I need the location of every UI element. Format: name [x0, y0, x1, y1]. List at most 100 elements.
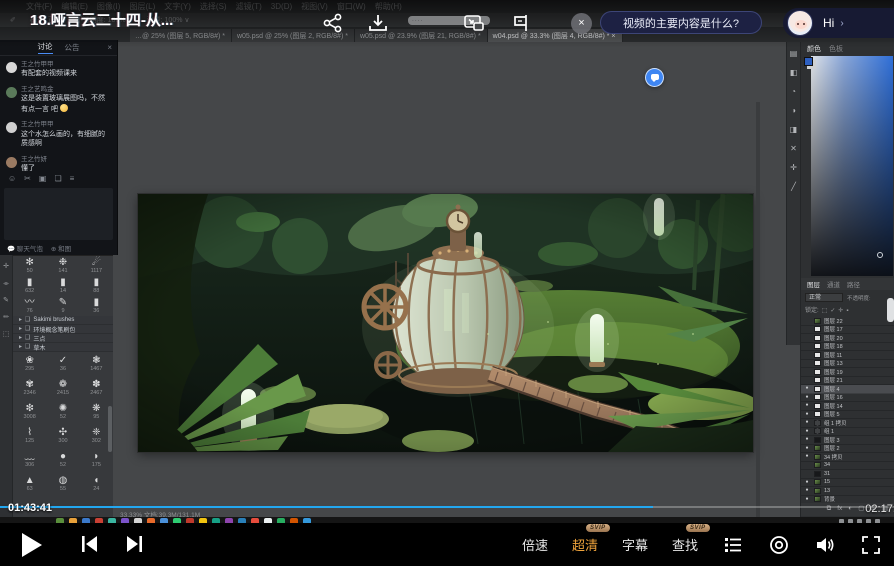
eye-icon[interactable]: ●	[803, 446, 811, 451]
brush-preset[interactable]: ✻50	[13, 256, 46, 276]
eye-icon[interactable]: ●	[803, 386, 811, 391]
brush-preset[interactable]: ✓36	[46, 352, 79, 376]
brush-preset[interactable]: ﹏306	[13, 448, 46, 472]
subtitle-button[interactable]: 字幕	[622, 535, 648, 554]
ps-menu-item[interactable]: 选择(S)	[200, 1, 227, 12]
layer-row[interactable]: 图层 17	[801, 326, 894, 335]
brush-preset[interactable]: ✎9	[46, 296, 79, 316]
prev-button[interactable]	[80, 534, 100, 554]
eye-icon[interactable]: ●	[803, 454, 811, 459]
record-icon[interactable]	[768, 534, 790, 556]
color-picker-marker[interactable]	[877, 252, 883, 258]
ps-menu-item[interactable]: 视图(V)	[301, 1, 328, 12]
layer-row[interactable]: ●15	[801, 479, 894, 488]
tool-icon[interactable]: ⌯	[3, 280, 9, 287]
tool-icon[interactable]: ✎	[3, 297, 9, 304]
eye-icon[interactable]: ●	[803, 480, 811, 485]
brush-preset[interactable]: 〰76	[13, 296, 46, 316]
panel-dock-icon[interactable]: ▤	[790, 50, 798, 58]
progress-bar[interactable]	[0, 506, 894, 508]
layer-row[interactable]: ●图层 16	[801, 394, 894, 403]
ps-document-tab[interactable]: w04.psd @ 33.3% (图层 4, RGB/8#) * ×	[488, 29, 623, 42]
tool-icon[interactable]: ⬚	[3, 331, 10, 338]
brush-preset[interactable]: ❀295	[13, 352, 46, 376]
play-button[interactable]	[22, 533, 42, 557]
download-icon[interactable]	[367, 13, 389, 33]
layer-row[interactable]: 图层 19	[801, 368, 894, 377]
brush-preset[interactable]: ✣300	[46, 424, 79, 448]
ps-menu-item[interactable]: 滤镜(T)	[236, 1, 262, 12]
chat-footer-item[interactable]: ⊕ 和图	[51, 243, 71, 253]
panel-dock-icon[interactable]: ✕	[790, 145, 797, 153]
layer-row[interactable]: ●组 1	[801, 428, 894, 437]
quality-button[interactable]: 超清 SVIP	[572, 535, 598, 554]
layer-row[interactable]: 图层 11	[801, 351, 894, 360]
playlist-icon[interactable]	[722, 534, 744, 556]
brush-preset[interactable]: ▮632	[13, 276, 46, 296]
chat-input[interactable]	[4, 188, 113, 240]
foreground-color-swatch[interactable]	[804, 57, 813, 66]
ps-menu-item[interactable]: 3D(D)	[271, 2, 292, 11]
eye-icon[interactable]: ●	[803, 403, 811, 408]
layer-row[interactable]: ●13	[801, 487, 894, 496]
brush-preset[interactable]: ▮14	[46, 276, 79, 296]
layers-scrollbar[interactable]	[887, 298, 894, 322]
next-button[interactable]	[124, 534, 144, 554]
brush-panel-scrollbar[interactable]	[108, 406, 112, 452]
ai-question-pill[interactable]: 视频的主要内容是什么?	[600, 11, 762, 34]
layer-row[interactable]: 34	[801, 462, 894, 471]
layers-tab[interactable]: 通道	[827, 279, 840, 289]
chat-close-icon[interactable]: ×	[107, 43, 112, 52]
panel-dock-icon[interactable]: ◧	[790, 69, 798, 77]
eye-icon[interactable]: ●	[803, 429, 811, 434]
chat-tool-icon[interactable]: ≡	[70, 175, 75, 183]
brush-preset[interactable]: ☄1117	[80, 256, 113, 276]
layer-row[interactable]: 31	[801, 470, 894, 479]
brush-preset[interactable]: ❉141	[46, 256, 79, 276]
layer-row[interactable]: ●图层 4	[801, 385, 894, 394]
eye-icon[interactable]: ●	[803, 497, 811, 502]
tool-icon[interactable]: ✏	[3, 314, 9, 321]
layer-row[interactable]: 图层 21	[801, 377, 894, 386]
fullscreen-icon[interactable]	[860, 534, 882, 556]
brush-preset[interactable]: ❁2415	[46, 376, 79, 400]
chat-footer-item[interactable]: 💬 聊天气泡	[7, 243, 43, 253]
brush-preset[interactable]: ⌇125	[13, 424, 46, 448]
brush-folder-row[interactable]: ▸❑三点	[13, 334, 113, 343]
color-panel-tab[interactable]: 颜色	[807, 44, 821, 54]
swatches-panel-tab[interactable]: 色板	[829, 44, 843, 54]
layer-row[interactable]: ●34 拷贝	[801, 453, 894, 462]
layers-tab[interactable]: 图层	[807, 279, 820, 289]
eye-icon[interactable]: ●	[803, 420, 811, 425]
brush-preset[interactable]: ▮36	[80, 296, 113, 316]
layers-tab[interactable]: 路径	[847, 279, 860, 289]
color-picker-gradient[interactable]	[811, 56, 893, 276]
panel-dock-icon[interactable]: ◔	[791, 88, 796, 96]
panel-dock-icon[interactable]: ╱	[791, 183, 796, 191]
layer-row[interactable]: 图层 20	[801, 334, 894, 343]
brush-preset[interactable]: ◍55	[46, 472, 79, 496]
brush-preset[interactable]: ◖24	[80, 472, 113, 496]
brush-folder-row[interactable]: ▸❑环境概念笔刷包	[13, 325, 113, 334]
volume-icon[interactable]	[814, 534, 836, 556]
close-icon[interactable]: ×	[571, 13, 592, 34]
chat-tool-icon[interactable]: ❏	[54, 175, 61, 183]
brush-preset[interactable]: ▲63	[13, 472, 46, 496]
brush-preset[interactable]: ❇3008	[13, 400, 46, 424]
eye-icon[interactable]: ●	[803, 437, 811, 442]
layer-row[interactable]: 图层 18	[801, 343, 894, 352]
brush-preset[interactable]: ✽2467	[80, 376, 113, 400]
panel-dock-icon[interactable]: ◑	[791, 107, 796, 115]
ai-chat-bubble-button[interactable]	[645, 68, 664, 87]
chat-tab-discussion[interactable]: 讨论	[38, 41, 53, 54]
layer-row[interactable]: 图层 22	[801, 317, 894, 326]
brush-preset[interactable]: ●52	[46, 448, 79, 472]
chat-tab-announcement[interactable]: 公告	[65, 42, 80, 53]
eye-icon[interactable]: ●	[803, 395, 811, 400]
layer-row[interactable]: ●组 1 拷贝	[801, 419, 894, 428]
ps-menu-item[interactable]: 帮助(H)	[375, 1, 402, 12]
ps-canvas-painting[interactable]	[138, 194, 753, 452]
tool-icon[interactable]: ✛	[3, 263, 9, 270]
find-button[interactable]: 查找 SVIP	[672, 535, 698, 554]
chat-tool-icon[interactable]: ▣	[39, 175, 47, 183]
